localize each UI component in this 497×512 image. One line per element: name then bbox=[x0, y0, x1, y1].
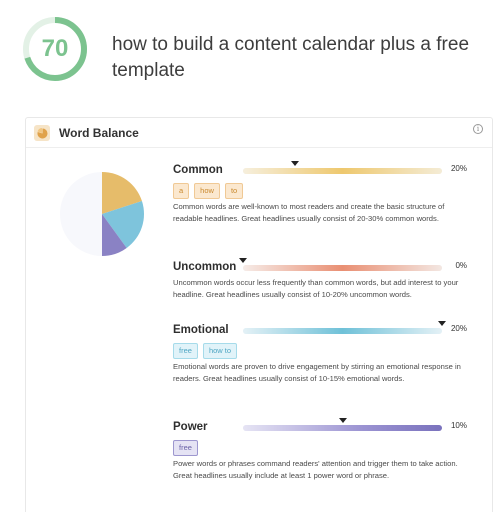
section-percent: 10% bbox=[450, 421, 467, 430]
section-description: Uncommon words occur less frequently tha… bbox=[173, 278, 459, 300]
section-description: Emotional words are proven to drive enga… bbox=[173, 362, 461, 384]
word-tag: a bbox=[173, 183, 190, 199]
marker-icon bbox=[239, 258, 247, 263]
balance-bar-fill bbox=[243, 168, 442, 174]
marker-icon bbox=[290, 161, 299, 166]
word-tag: how to bbox=[202, 343, 238, 359]
balance-bar bbox=[243, 161, 442, 174]
word-tag: free bbox=[173, 343, 198, 359]
tag-list: a how to bbox=[173, 183, 244, 199]
word-tag: free bbox=[173, 440, 198, 456]
section-description: Power words or phrases command readers' … bbox=[173, 459, 458, 481]
marker-icon bbox=[438, 321, 446, 326]
balance-bar bbox=[243, 321, 446, 334]
pie-chart-icon bbox=[34, 125, 50, 141]
section-description: Common words are well-known to most read… bbox=[173, 202, 445, 224]
marker-icon bbox=[338, 418, 347, 423]
word-tag: how bbox=[194, 183, 220, 199]
section-percent: 0% bbox=[455, 261, 467, 270]
section-label: Uncommon bbox=[173, 261, 237, 273]
headline-score: 70 bbox=[41, 35, 69, 62]
balance-bar-fill bbox=[243, 425, 442, 431]
section-percent: 20% bbox=[450, 164, 467, 173]
section-percent: 20% bbox=[450, 324, 467, 333]
section-label: Common bbox=[173, 164, 223, 176]
card-title: Word Balance bbox=[59, 126, 139, 140]
word-balance-card: Word Balance i Common 20% a how to Common … bbox=[25, 117, 493, 512]
word-tag: to bbox=[224, 183, 244, 199]
tag-list: free bbox=[173, 440, 198, 456]
word-balance-pie-chart bbox=[60, 172, 144, 256]
balance-bar-fill bbox=[243, 328, 442, 334]
balance-bar-fill bbox=[243, 265, 442, 271]
section-label: Emotional bbox=[173, 324, 229, 336]
headline-text: how to build a content calendar plus a f… bbox=[112, 34, 470, 81]
tag-list: free how to bbox=[173, 343, 238, 359]
info-icon[interactable]: i bbox=[473, 124, 483, 134]
card-header: Word Balance i bbox=[26, 118, 492, 148]
balance-bar bbox=[243, 418, 442, 431]
section-label: Power bbox=[173, 421, 208, 433]
pie-slice-rest bbox=[60, 172, 102, 256]
balance-bar bbox=[239, 258, 442, 271]
